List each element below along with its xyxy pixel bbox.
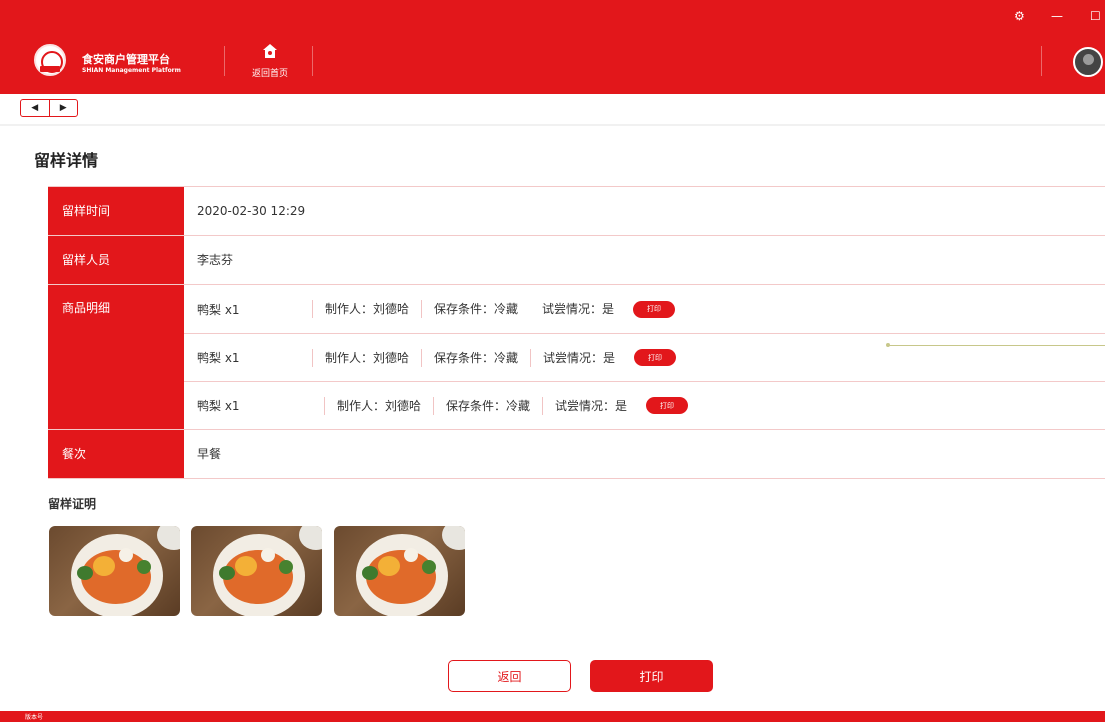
print-item-button[interactable]: 打印 xyxy=(634,349,677,366)
sample-detail-table: 留样时间 2020-02-30 12:29 留样人员 李志芬 商品明细 鸭梨 x… xyxy=(48,186,1105,479)
brand-logo xyxy=(34,44,66,76)
header-divider xyxy=(224,46,225,76)
goods-item: 鸭梨 x1 制作人：刘德哈 保存条件：冷藏 试尝情况：是 打印 xyxy=(184,381,1105,429)
goods-taste: 试尝情况：是 xyxy=(542,302,615,316)
goods-list: 鸭梨 x1 制作人：刘德哈 保存条件：冷藏 试尝情况：是 打印 鸭梨 x1 制作… xyxy=(184,285,1105,429)
meal-label: 餐次 xyxy=(48,430,184,478)
goods-item: 鸭梨 x1 制作人：刘德哈 保存条件：冷藏 试尝情况：是 打印 xyxy=(184,333,1105,381)
print-button[interactable]: 打印 xyxy=(590,660,713,692)
maximize-icon[interactable]: ☐ xyxy=(1090,10,1101,22)
goods-name: 鸭梨 x1 xyxy=(197,302,240,317)
back-button[interactable]: 返回 xyxy=(448,660,571,692)
proof-photo[interactable] xyxy=(334,526,465,616)
goods-maker: 制作人：刘德哈 xyxy=(312,348,421,367)
goods-label: 商品明细 xyxy=(48,285,184,429)
proof-title: 留样证明 xyxy=(48,497,97,511)
header-shadow-divider xyxy=(0,124,1105,126)
table-row: 商品明细 鸭梨 x1 制作人：刘德哈 保存条件：冷藏 试尝情况：是 打印 鸭梨 … xyxy=(48,285,1105,430)
home-button[interactable]: 返回首页 xyxy=(247,43,293,83)
connector-line xyxy=(888,345,1105,346)
avatar[interactable] xyxy=(1073,47,1103,77)
sample-time-label: 留样时间 xyxy=(48,187,184,235)
sampler-value: 李志芬 xyxy=(197,253,234,267)
goods-item: 鸭梨 x1 制作人：刘德哈 保存条件：冷藏 试尝情况：是 打印 xyxy=(184,285,1105,333)
goods-name: 鸭梨 x1 xyxy=(197,351,240,365)
home-label: 返回首页 xyxy=(251,69,288,79)
table-row: 餐次 早餐 xyxy=(48,430,1105,479)
goods-taste: 试尝情况：是 xyxy=(530,348,627,367)
chevron-left-icon[interactable]: ◀ xyxy=(21,100,50,116)
goods-maker: 制作人：刘德哈 xyxy=(312,300,421,318)
settings-icon[interactable]: ⚙ xyxy=(1014,10,1025,22)
print-item-button[interactable]: 打印 xyxy=(633,300,676,318)
top-header: ⚙ — ☐ 食安商户管理平台 SHIAN Management Platform… xyxy=(0,0,1105,94)
meal-value: 早餐 xyxy=(197,447,222,461)
goods-name: 鸭梨 x1 xyxy=(197,399,240,413)
minimize-icon[interactable]: — xyxy=(1051,10,1063,22)
header-divider xyxy=(312,46,313,76)
page-title: 留样详情 xyxy=(34,151,99,170)
goods-maker: 制作人：刘德哈 xyxy=(324,396,433,415)
goods-taste: 试尝情况：是 xyxy=(542,396,639,415)
header-divider xyxy=(1041,46,1042,76)
home-icon xyxy=(263,44,277,58)
goods-storage: 保存条件：冷藏 xyxy=(421,348,530,367)
goods-storage: 保存条件：冷藏 xyxy=(421,300,530,318)
brand-name: 食安商户管理平台 xyxy=(82,53,170,66)
table-row: 留样时间 2020-02-30 12:29 xyxy=(48,187,1105,236)
proof-photo[interactable] xyxy=(49,526,180,616)
print-item-button[interactable]: 打印 xyxy=(646,397,689,414)
proof-photo[interactable] xyxy=(191,526,322,616)
sampler-label: 留样人员 xyxy=(48,236,184,284)
brand-subtitle: SHIAN Management Platform xyxy=(82,67,181,74)
table-row: 留样人员 李志芬 xyxy=(48,236,1105,285)
version-label: 版本号 xyxy=(25,714,44,721)
sample-time-value: 2020-02-30 12:29 xyxy=(197,204,306,218)
footer-bar: 版本号 xyxy=(0,711,1105,722)
history-nav: ◀ ▶ xyxy=(20,99,78,117)
goods-storage: 保存条件：冷藏 xyxy=(433,396,542,415)
chevron-right-icon[interactable]: ▶ xyxy=(50,100,78,116)
